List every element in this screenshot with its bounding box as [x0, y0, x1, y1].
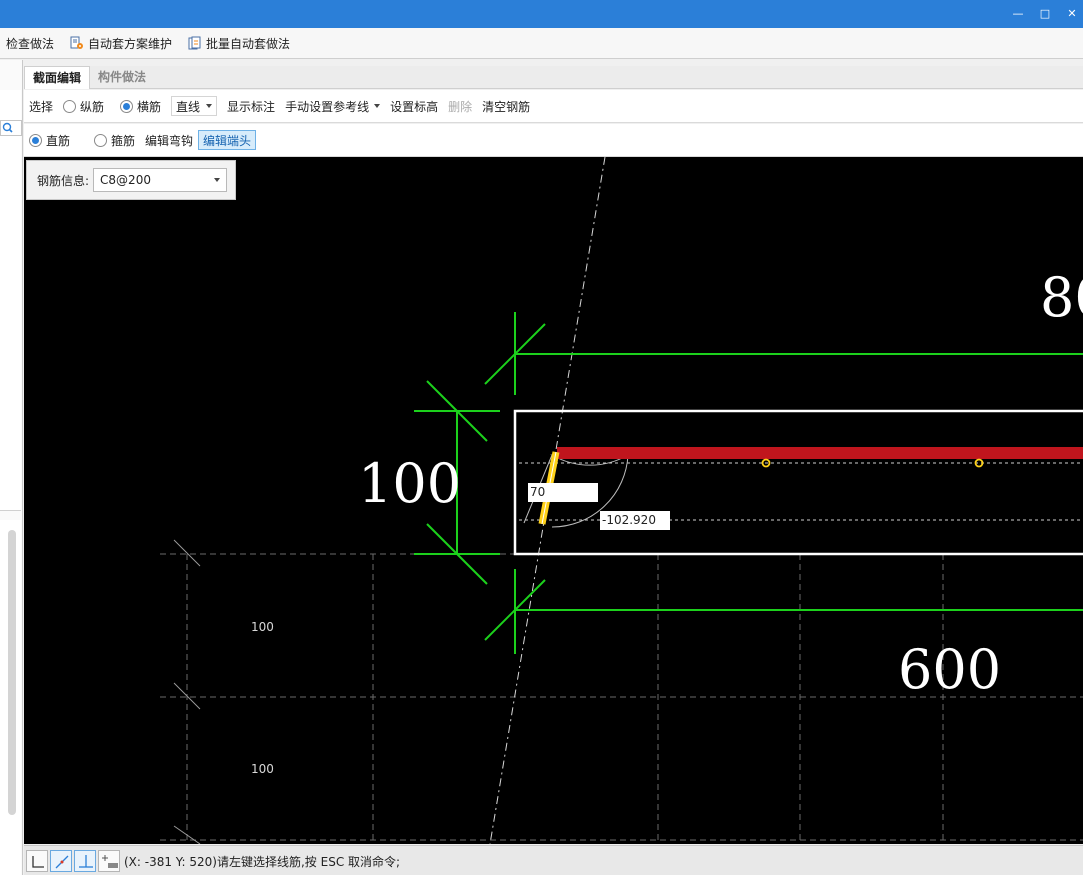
edit-hook-button[interactable]: 编辑弯钩 — [140, 128, 198, 152]
select-button[interactable]: 选择 — [24, 94, 58, 118]
edit-toolbar-row1: 选择 纵筋 横筋 直线 显示标注 手动设置参考线 设置标高 删除 清空钢筋 — [24, 90, 1083, 123]
left-scrollbar[interactable] — [8, 530, 16, 815]
delete-button[interactable]: 删除 — [443, 94, 477, 118]
rebar-info-value: C8@200 — [100, 173, 151, 187]
snap-dynamic-input-button[interactable] — [98, 850, 120, 872]
radio-stirrup-icon — [94, 133, 108, 147]
check-method-label: 检查做法 — [6, 36, 55, 51]
search-icon — [2, 122, 13, 133]
rebar-info-label: 钢筋信息: — [37, 173, 90, 188]
left-panel — [0, 60, 23, 875]
dimension-top-label: 80 — [1040, 266, 1083, 329]
auto-scheme-maintain-label: 自动套方案维护 — [88, 36, 173, 51]
title-bar: — □ ✕ — [0, 0, 1083, 28]
dimension-bottom-label: 600 — [898, 638, 1002, 701]
status-text: (X: -381 Y: 520)请左键选择线筋,按 ESC 取消命令; — [124, 854, 401, 869]
line-type-combo: 直线 — [171, 96, 218, 116]
close-icon[interactable]: ✕ — [1057, 0, 1083, 28]
batch-clipboard-icon — [188, 36, 202, 50]
status-bar: (X: -381 Y: 520)请左键选择线筋,按 ESC 取消命令; — [24, 845, 1083, 875]
edit-end-button[interactable]: 编辑端头 — [198, 130, 257, 150]
rebar-info-panel: 钢筋信息: C8@200 — [26, 160, 236, 200]
main-toolbar: 检查做法 自动套方案维护 批量自动套做法 — [0, 28, 1083, 59]
manual-ref-line-label: 手动设置参考线 — [285, 99, 370, 114]
app-window: — □ ✕ 检查做法 自动套方案维护 批量自动套做法 截面编辑 构件做法 选择 … — [0, 0, 1083, 875]
search-input[interactable] — [0, 120, 22, 136]
line-type-select[interactable]: 直线 — [166, 94, 222, 118]
rebar-red — [557, 447, 1083, 459]
radio-straight[interactable]: 直筋 — [24, 128, 75, 152]
dimension-height-label: 100 — [358, 452, 462, 515]
snap-ortho-button[interactable] — [26, 850, 48, 872]
radio-straight-label: 直筋 — [46, 133, 71, 148]
gear-document-icon — [70, 36, 84, 50]
radio-longitudinal[interactable]: 纵筋 — [58, 94, 109, 118]
section-outline — [513, 409, 1083, 556]
check-method-button[interactable]: 检查做法 — [0, 31, 60, 55]
radio-transverse[interactable]: 横筋 — [115, 94, 166, 118]
rebar-info-select[interactable]: C8@200 — [93, 168, 228, 192]
radio-straight-icon — [29, 133, 42, 147]
chevron-down-icon — [214, 178, 221, 182]
radio-stirrup-label: 箍筋 — [111, 133, 136, 148]
angle-input[interactable]: -102.920 — [600, 511, 670, 530]
tab-strip: 截面编辑 构件做法 — [24, 66, 1083, 89]
snap-perpendicular-button[interactable] — [74, 850, 96, 872]
perpendicular-icon — [79, 855, 93, 868]
left-panel-list — [0, 90, 21, 511]
ortho-icon — [32, 856, 44, 868]
clear-rebar-button[interactable]: 清空钢筋 — [477, 94, 535, 118]
radio-longitudinal-icon — [63, 99, 77, 113]
tab-section-edit[interactable]: 截面编辑 — [24, 66, 91, 89]
auto-scheme-maintain-button[interactable]: 自动套方案维护 — [64, 31, 178, 55]
minimize-icon[interactable]: — — [1003, 0, 1033, 28]
grid-label: 100 — [251, 762, 274, 776]
dynamic-input-icon — [102, 855, 118, 868]
radio-longitudinal-label: 纵筋 — [80, 99, 105, 114]
drawing-canvas[interactable]: 钢筋信息: C8@200 70 -102.920 80 100 600 100 … — [24, 157, 1083, 844]
manual-ref-line-button[interactable]: 手动设置参考线 — [280, 94, 385, 118]
show-labels-button[interactable]: 显示标注 — [222, 94, 280, 118]
line-type-value: 直线 — [176, 99, 201, 114]
radio-transverse-icon — [120, 99, 134, 113]
maximize-icon[interactable]: □ — [1030, 0, 1060, 28]
tab-component-method[interactable]: 构件做法 — [90, 66, 154, 88]
length-input[interactable]: 70 — [528, 483, 598, 502]
batch-auto-method-label: 批量自动套做法 — [206, 36, 291, 51]
batch-auto-method-button[interactable]: 批量自动套做法 — [182, 31, 296, 55]
polar-icon — [55, 855, 69, 869]
chevron-down-icon — [374, 104, 381, 108]
edit-toolbar-row2: 直筋 箍筋 编辑弯钩 编辑端头 — [24, 124, 1083, 157]
snap-polar-button[interactable] — [50, 850, 72, 872]
chevron-down-icon — [206, 104, 213, 108]
set-elevation-button[interactable]: 设置标高 — [385, 94, 443, 118]
grid-label: 100 — [251, 620, 274, 634]
radio-transverse-label: 横筋 — [137, 99, 162, 114]
radio-stirrup[interactable]: 箍筋 — [89, 128, 140, 152]
